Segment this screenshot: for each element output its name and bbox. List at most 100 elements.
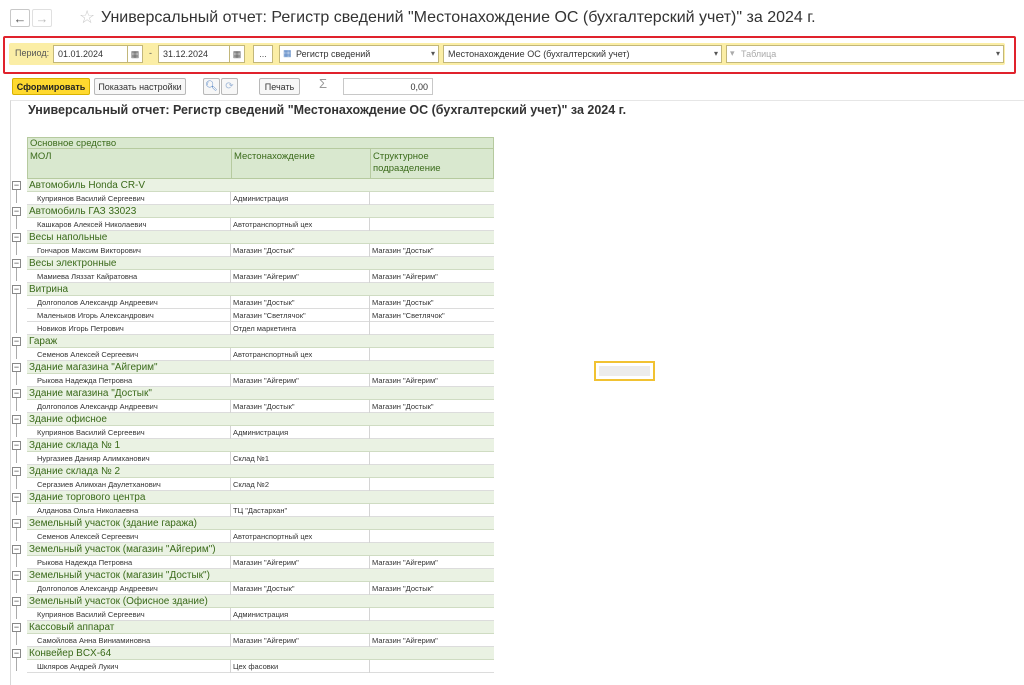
- date-separator: -: [149, 48, 152, 58]
- group-row[interactable]: − Земельный участок (здание гаража): [11, 517, 494, 530]
- table-row[interactable]: Долгополов Александр Андреевич Магазин "Д…: [27, 400, 494, 413]
- group-row[interactable]: − Здание склада № 1: [11, 439, 494, 452]
- collapse-icon[interactable]: −: [12, 493, 21, 502]
- group-name: Здание склада № 1: [27, 439, 494, 452]
- table-row[interactable]: Гончаров Максим Викторович Магазин "Досты…: [27, 244, 494, 257]
- group-row[interactable]: − Автомобиль Honda CR-V: [11, 179, 494, 192]
- table-row[interactable]: Семенов Алексей Сергеевич Автотранспортны…: [27, 348, 494, 361]
- search-icon[interactable]: 🔍︎: [203, 78, 220, 95]
- group-row[interactable]: − Земельный участок (Офисное здание): [11, 595, 494, 608]
- tree-line: [16, 294, 17, 333]
- active-cell[interactable]: [594, 361, 655, 381]
- group-row[interactable]: − Весы напольные: [11, 231, 494, 244]
- generate-button[interactable]: Сформировать: [12, 78, 90, 95]
- collapse-icon[interactable]: −: [12, 337, 21, 346]
- cell-divider: [369, 582, 370, 595]
- cell-location: Администрация: [233, 428, 289, 437]
- group-row[interactable]: − Земельный участок (магазин "Достык"): [11, 569, 494, 582]
- back-arrow-icon[interactable]: ←: [10, 9, 30, 27]
- table-row[interactable]: Алданова Ольга Николаевна ТЦ "Дастархан": [27, 504, 494, 517]
- cell-divider: [369, 322, 370, 335]
- date-from-field[interactable]: 01.01.2024: [53, 45, 128, 63]
- collapse-icon[interactable]: −: [12, 389, 21, 398]
- collapse-icon[interactable]: −: [12, 597, 21, 606]
- collapse-icon[interactable]: −: [12, 519, 21, 528]
- date-to-field[interactable]: 31.12.2024: [158, 45, 230, 63]
- table-select[interactable]: ▾ Таблица ▾: [726, 45, 1004, 63]
- calendar-to-icon[interactable]: ▦: [229, 45, 245, 63]
- collapse-icon[interactable]: −: [12, 259, 21, 268]
- quick-settings-panel: Период: 01.01.2024 ▦ - 31.12.2024 ▦ ... …: [3, 36, 1016, 74]
- collapse-icon[interactable]: −: [12, 571, 21, 580]
- collapse-icon[interactable]: −: [12, 415, 21, 424]
- collapse-icon[interactable]: −: [12, 233, 21, 242]
- group-row[interactable]: − Здание офисное: [11, 413, 494, 426]
- table-row[interactable]: Мамиева Ляззат Кайратовна Магазин "Айгери…: [27, 270, 494, 283]
- source-name-select[interactable]: Местонахождение ОС (бухгалтерский учет) …: [443, 45, 722, 63]
- group-row[interactable]: − Здание магазина "Айгерим": [11, 361, 494, 374]
- source-type-select[interactable]: ▦ Регистр сведений ▾: [279, 45, 439, 63]
- cell-mol: Новиков Игорь Петрович: [37, 324, 124, 333]
- table-row[interactable]: Шкляров Андрей Лукич Цех фасовки: [27, 660, 494, 673]
- tree-line: [16, 502, 17, 515]
- collapse-icon[interactable]: −: [12, 623, 21, 632]
- cell-location: Магазин "Айгерим": [233, 558, 299, 567]
- table-row[interactable]: Маленьков Игорь Александрович Магазин "Св…: [27, 309, 494, 322]
- table-row[interactable]: Самойлова Анна Виниаминовна Магазин "Айге…: [27, 634, 494, 647]
- table-row[interactable]: Нургазиев Данияр Алимханович Склад №1: [27, 452, 494, 465]
- group-row[interactable]: − Конвейер BCX-64: [11, 647, 494, 660]
- table-row[interactable]: Куприянов Василий Сергеевич Администрация: [27, 426, 494, 439]
- collapse-icon[interactable]: −: [12, 467, 21, 476]
- tree-line: [16, 554, 17, 567]
- table-row[interactable]: Кашкаров Алексей Николаевич Автотранспорт…: [27, 218, 494, 231]
- group-row[interactable]: − Кассовый аппарат: [11, 621, 494, 634]
- cell-divider: [369, 296, 370, 309]
- header-group-label: Основное средство: [27, 137, 494, 149]
- group-row[interactable]: − Витрина: [11, 283, 494, 296]
- table-row[interactable]: Долгополов Александр Андреевич Магазин "Д…: [27, 296, 494, 309]
- cell-divider: [230, 608, 231, 621]
- forward-arrow-icon[interactable]: →: [32, 9, 52, 27]
- table-row[interactable]: Сергазиев Алимхан Даулетханович Склад №2: [27, 478, 494, 491]
- table-row[interactable]: Новиков Игорь Петрович Отдел маркетинга: [27, 322, 494, 335]
- group-row[interactable]: − Автомобиль ГАЗ 33023: [11, 205, 494, 218]
- cell-location: Магазин "Достык": [233, 402, 295, 411]
- report-sheet[interactable]: Универсальный отчет: Регистр сведений "М…: [10, 100, 1024, 685]
- group-row[interactable]: − Здание торгового центра: [11, 491, 494, 504]
- cancel-search-icon[interactable]: ⟳: [221, 78, 238, 95]
- chevron-down-icon: ▾: [713, 49, 718, 58]
- collapse-icon[interactable]: −: [12, 181, 21, 190]
- period-select-button[interactable]: ...: [253, 45, 273, 63]
- group-row[interactable]: − Здание склада № 2: [11, 465, 494, 478]
- table-row[interactable]: Долгополов Александр Андреевич Магазин "Д…: [27, 582, 494, 595]
- table-row[interactable]: Рыкова Надежда Петровна Магазин "Айгерим"…: [27, 374, 494, 387]
- calendar-from-icon[interactable]: ▦: [127, 45, 143, 63]
- table-row[interactable]: Семенов Алексей Сергеевич Автотранспортны…: [27, 530, 494, 543]
- cell-divider: [230, 556, 231, 569]
- cell-department: Магазин "Айгерим": [372, 636, 438, 645]
- cell-location: Автотранспортный цех: [233, 220, 313, 229]
- report-title: Универсальный отчет: Регистр сведений "М…: [28, 103, 627, 117]
- collapse-icon[interactable]: −: [12, 207, 21, 216]
- cell-department: Магазин "Айгерим": [372, 376, 438, 385]
- cell-divider: [369, 478, 370, 491]
- cell-department: Магазин "Достык": [372, 246, 434, 255]
- collapse-icon[interactable]: −: [12, 285, 21, 294]
- cell-divider: [369, 634, 370, 647]
- group-name: Земельный участок (здание гаража): [27, 517, 494, 530]
- table-row[interactable]: Рыкова Надежда Петровна Магазин "Айгерим"…: [27, 556, 494, 569]
- collapse-icon[interactable]: −: [12, 363, 21, 372]
- print-button[interactable]: Печать: [259, 78, 300, 95]
- show-settings-button[interactable]: Показать настройки: [94, 78, 186, 95]
- group-row[interactable]: − Здание магазина "Достык": [11, 387, 494, 400]
- favorite-star-icon[interactable]: ☆: [79, 7, 95, 28]
- group-row[interactable]: − Земельный участок (магазин "Айгерим"): [11, 543, 494, 556]
- group-row[interactable]: − Весы электронные: [11, 257, 494, 270]
- table-row[interactable]: Куприянов Василий Сергеевич Администрация: [27, 608, 494, 621]
- collapse-icon[interactable]: −: [12, 545, 21, 554]
- sum-icon: Σ: [319, 76, 328, 91]
- collapse-icon[interactable]: −: [12, 649, 21, 658]
- collapse-icon[interactable]: −: [12, 441, 21, 450]
- group-row[interactable]: − Гараж: [11, 335, 494, 348]
- table-row[interactable]: Куприянов Василий Сергеевич Администрация: [27, 192, 494, 205]
